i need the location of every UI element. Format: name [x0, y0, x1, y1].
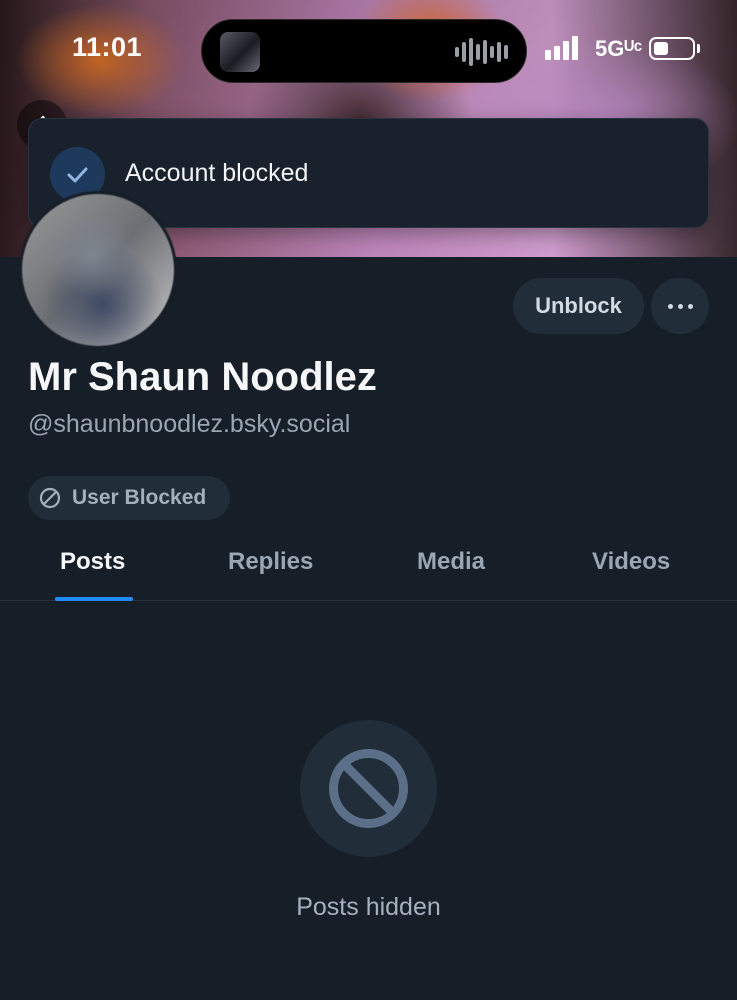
- ellipsis-dot: [687, 303, 693, 309]
- display-name: Mr Shaun Noodlez: [28, 355, 377, 399]
- network-type: 5Gᵁᶜ: [595, 36, 643, 61]
- block-icon: [39, 487, 61, 509]
- audio-waveform-icon: [455, 38, 508, 66]
- more-options-button[interactable]: [651, 278, 709, 334]
- now-playing-thumbnail: [220, 32, 260, 72]
- user-handle: @shaunbnoodlez.bsky.social: [28, 410, 351, 438]
- active-tab-indicator: [55, 597, 133, 601]
- tab-posts[interactable]: Posts: [60, 548, 125, 576]
- prohibited-icon: [300, 720, 437, 857]
- ellipsis-dot: [677, 303, 683, 309]
- profile-tabs: Posts Replies Media Videos: [0, 530, 737, 601]
- battery-level: [654, 42, 668, 55]
- battery-tip: [697, 44, 700, 53]
- tab-videos[interactable]: Videos: [592, 548, 670, 576]
- status-time: 11:01: [72, 32, 143, 62]
- dynamic-island[interactable]: [201, 19, 527, 83]
- blocked-label: User Blocked: [72, 486, 207, 509]
- posts-hidden-message: Posts hidden: [296, 893, 441, 921]
- cellular-signal-icon: [545, 36, 578, 60]
- unblock-button[interactable]: Unblock: [513, 278, 644, 334]
- tab-replies[interactable]: Replies: [228, 548, 313, 576]
- tab-media[interactable]: Media: [417, 548, 485, 576]
- battery-icon: [649, 37, 695, 60]
- status-bar: 11:01 5Gᵁᶜ: [0, 0, 737, 100]
- toast-message: Account blocked: [125, 159, 309, 187]
- user-blocked-badge[interactable]: User Blocked: [28, 476, 230, 520]
- ellipsis-dot: [667, 303, 673, 309]
- avatar[interactable]: [19, 191, 177, 349]
